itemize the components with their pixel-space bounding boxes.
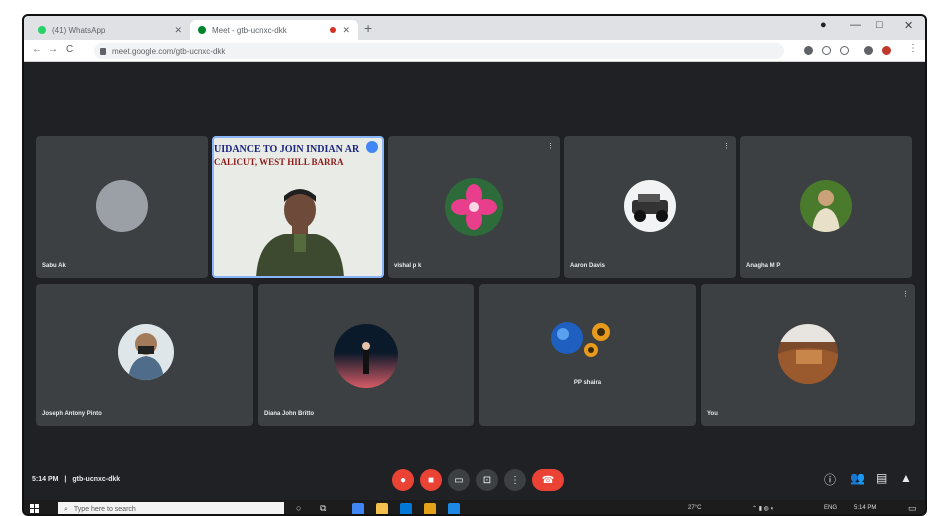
participant-name: Diana John Britto: [264, 411, 315, 417]
tab-title: (41) WhatsApp: [52, 25, 106, 35]
banner-line-2: CALICUT, WEST HILL BARRA: [214, 157, 344, 167]
participant-name: Joseph Antony Pinto: [42, 411, 102, 417]
banner-line-1: UIDANCE TO JOIN INDIAN AR: [214, 144, 360, 155]
meeting-code: gtb-ucnxc-dkk: [72, 476, 121, 483]
mic-off-icon: ●: [399, 474, 407, 486]
participant-name: PP shaira: [573, 380, 602, 386]
participant-tile[interactable]: ⋮ Aaron Davis: [564, 136, 736, 278]
account-avatar-icon[interactable]: [882, 46, 891, 55]
extensions-icon[interactable]: [864, 46, 873, 55]
new-tab-icon[interactable]: +: [364, 20, 372, 36]
mic-icon: ⋮: [547, 143, 554, 150]
lock-icon: [100, 47, 106, 55]
tray-icons[interactable]: ⌃ ▮ ◍ ◐: [752, 505, 774, 512]
avatar: [800, 180, 852, 232]
screen: (41) WhatsApp ✕ Meet - gtb-ucnxc-dkk ✕ +…: [22, 14, 927, 516]
activities-icon[interactable]: ▲: [900, 471, 912, 485]
participant-tile[interactable]: Sabu Ak: [36, 136, 208, 278]
menu-icon[interactable]: ⋮: [908, 43, 918, 54]
chat-icon[interactable]: ▤: [876, 471, 887, 485]
whatsapp-icon: [38, 26, 46, 34]
participant-tile[interactable]: ⋮ You: [701, 284, 915, 426]
presenter-video: [256, 189, 344, 276]
people-icon[interactable]: 👥: [850, 471, 865, 485]
cortana-icon[interactable]: ○: [296, 503, 301, 513]
meeting-time: 5:14 PM: [32, 476, 59, 483]
end-call-icon: ☎: [541, 474, 555, 486]
notifications-icon[interactable]: ▭: [908, 503, 917, 514]
participant-name: Aaron Davis: [570, 263, 606, 269]
participant-tile[interactable]: ⋮ vishal p k: [388, 136, 560, 278]
mic-off-button[interactable]: ●: [392, 469, 414, 491]
avatar: [445, 178, 503, 236]
close-tab-icon[interactable]: ✕: [174, 25, 182, 36]
camera-off-button[interactable]: ■: [420, 469, 442, 491]
meet-icon: [198, 26, 206, 34]
mic-icon: ⋮: [723, 143, 730, 150]
recording-dot-icon: [330, 27, 337, 33]
meeting-details: 5:14 PM | gtb-ucnxc-dkk: [32, 476, 120, 483]
weather-text[interactable]: 27°C: [688, 505, 701, 511]
avatar: [778, 324, 838, 384]
more-options-icon: ⋮: [510, 474, 520, 486]
zoom-icon[interactable]: [822, 46, 831, 55]
taskbar-search-input[interactable]: ⌕ Type here to search: [58, 502, 284, 514]
avatar: [624, 180, 676, 232]
participant-tile[interactable]: Anagha M P: [740, 136, 912, 278]
url-text: meet.google.com/gtb-ucnxc-dkk: [112, 46, 226, 56]
taskbar-clock[interactable]: 5:14 PM: [854, 505, 876, 511]
search-placeholder: Type here to search: [73, 506, 136, 513]
address-bar[interactable]: meet.google.com/gtb-ucnxc-dkk: [94, 43, 784, 59]
browser-toolbar: ← → C meet.google.com/gtb-ucnxc-dkk ⋮: [24, 40, 925, 62]
info-icon[interactable]: ⓘ: [824, 471, 836, 488]
participant-name: vishal p k: [394, 263, 422, 269]
store-icon[interactable]: [424, 503, 436, 514]
captions-button[interactable]: ▭: [448, 469, 470, 491]
mic-icon: ⋮: [902, 291, 909, 298]
chrome-taskbar-icon[interactable]: [352, 503, 364, 514]
present-icon: ⊡: [482, 474, 492, 486]
star-icon[interactable]: [840, 46, 849, 55]
reload-icon[interactable]: C: [66, 44, 73, 55]
participant-tile-presenter[interactable]: UIDANCE TO JOIN INDIAN AR CALICUT, WEST …: [212, 136, 384, 278]
avatar: [334, 324, 398, 388]
tab-title: Meet - gtb-ucnxc-dkk: [212, 25, 287, 35]
speaking-indicator-icon: [366, 141, 378, 153]
captions-icon: ▭: [454, 474, 464, 486]
tab-meet[interactable]: Meet - gtb-ucnxc-dkk ✕: [190, 20, 358, 40]
participant-tile[interactable]: Diana John Britto: [258, 284, 474, 426]
search-icon: ⌕: [64, 505, 68, 513]
participant-name: Sabu Ak: [42, 263, 66, 269]
windows-taskbar: ⌕ Type here to search ○ ⧉ 27°C ⌃ ▮ ◍ ◐ E…: [24, 500, 925, 514]
participant-name: You: [707, 411, 718, 417]
file-explorer-icon[interactable]: [376, 503, 388, 514]
profile-icon[interactable]: ●: [820, 19, 827, 31]
close-tab-icon[interactable]: ✕: [342, 25, 350, 36]
camera-permission-icon[interactable]: [804, 46, 813, 55]
participant-tile[interactable]: PP shaira: [479, 284, 696, 426]
maximize-icon[interactable]: □: [876, 19, 883, 31]
participant-tile[interactable]: Joseph Antony Pinto: [36, 284, 253, 426]
avatar: [96, 180, 148, 232]
forward-icon[interactable]: →: [48, 44, 58, 55]
windows-start-icon[interactable]: [30, 504, 40, 514]
participant-name: Anagha M P: [746, 263, 781, 269]
language-indicator[interactable]: ENG: [824, 505, 837, 511]
back-icon[interactable]: ←: [32, 44, 42, 55]
edge-icon[interactable]: [400, 503, 412, 514]
leave-call-button[interactable]: ☎: [532, 469, 564, 491]
avatar: [118, 324, 174, 380]
avatar: [549, 318, 619, 362]
close-window-icon[interactable]: ✕: [904, 19, 913, 32]
task-view-icon[interactable]: ⧉: [320, 503, 326, 514]
camera-off-icon: ■: [427, 474, 435, 486]
more-options-button[interactable]: ⋮: [504, 469, 526, 491]
browser-tab-strip: (41) WhatsApp ✕ Meet - gtb-ucnxc-dkk ✕ +…: [24, 16, 925, 40]
minimize-icon[interactable]: —: [850, 19, 861, 31]
present-button[interactable]: ⊡: [476, 469, 498, 491]
tab-whatsapp[interactable]: (41) WhatsApp ✕: [30, 20, 190, 40]
mail-icon[interactable]: [448, 503, 460, 514]
separator: |: [64, 476, 67, 483]
